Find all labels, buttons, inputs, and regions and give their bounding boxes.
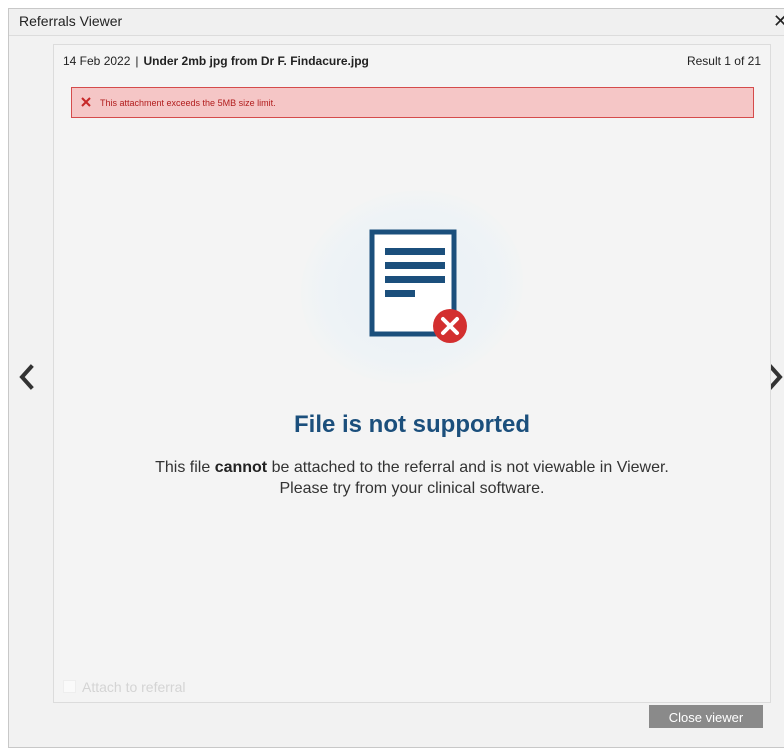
close-icon[interactable]: ✕: [773, 10, 784, 32]
description-line-1: This file cannot be attached to the refe…: [155, 459, 669, 476]
unsupported-heading: File is not supported: [293, 411, 530, 438]
meta-separator: |: [135, 54, 139, 68]
attach-label: Attach to referral: [82, 679, 186, 695]
window-title: Referrals Viewer: [19, 13, 123, 29]
close-viewer-button[interactable]: Close viewer: [649, 705, 763, 728]
x-icon: [81, 97, 91, 107]
attachment-filename: Under 2mb jpg from Dr F. Findacure.jpg: [143, 54, 369, 68]
attach-to-referral[interactable]: Attach to referral: [63, 679, 186, 695]
title-bar: Referrals Viewer ✕: [9, 9, 784, 36]
unsupported-document-icon: [367, 226, 467, 350]
viewer-panel: 14 Feb 2022 | Under 2mb jpg from Dr F. Fin…: [53, 44, 771, 703]
result-counter: Result 1 of 21: [686, 54, 761, 68]
attach-checkbox[interactable]: [63, 680, 76, 693]
chevron-left-icon: [19, 364, 34, 390]
error-banner: This attachment exceeds the 5MB size lim…: [71, 87, 754, 118]
referrals-viewer-dialog: Referrals Viewer ✕ 14 Feb 2022 | Under 2mb…: [8, 8, 784, 748]
attachment-date: 14 Feb 2022: [63, 54, 131, 68]
previous-button[interactable]: [17, 357, 37, 397]
error-message: This attachment exceeds the 5MB size lim…: [100, 98, 276, 108]
unsupported-description: This file cannot be attached to the refe…: [54, 457, 770, 499]
description-line-2: Please try from your clinical software.: [279, 480, 545, 497]
